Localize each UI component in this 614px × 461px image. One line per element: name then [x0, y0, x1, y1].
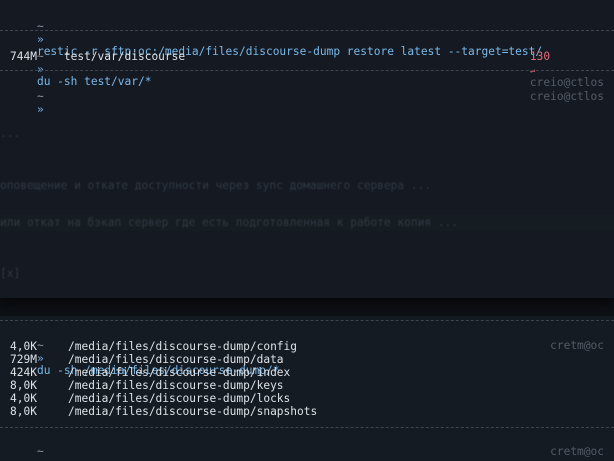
size-cell: 729M: [10, 353, 37, 366]
prompt-separator: [0, 320, 614, 321]
prompt-line-du-media: ~ » du -sh /media/files/discourse-dump/*: [10, 327, 279, 377]
terminal-window-top[interactable]: ~ » restic -r sftp:oc:/media/files/disco…: [0, 0, 614, 298]
size-cell: 8,0K: [10, 405, 37, 418]
size-cell: 4,0K: [10, 392, 37, 405]
right-prompt: cretm@oc: [523, 433, 604, 458]
right-prompt: 130 ↵ creio@ctlos: [503, 38, 604, 89]
host-label: cretm@oc: [550, 444, 604, 458]
prompt-line-empty: ~ »: [10, 78, 44, 116]
right-prompt: creio@ctlos: [503, 78, 604, 103]
size-cell: 8,0K: [10, 379, 37, 392]
terminal-window-bottom[interactable]: ~ » du -sh /media/files/discourse-dump/*…: [0, 316, 614, 461]
path-cell: /media/files/discourse-dump/snapshots: [68, 405, 318, 418]
command-text: du -sh test/var/*: [36, 75, 152, 89]
prompt-separator: [0, 30, 614, 31]
path-cell: /media/files/discourse-dump/locks: [68, 392, 291, 405]
ghost-line: ...: [0, 127, 21, 140]
output-row: 8,0K/media/files/discourse-dump/snapshot…: [10, 405, 318, 419]
prompt-line-restic: ~ » restic -r sftp:oc:/media/files/disco…: [10, 8, 542, 58]
size-cell: 424K: [10, 366, 37, 379]
background-window-text: ... оповещение и откате доступности чере…: [0, 100, 614, 296]
command-output: 744M test/var/discourse: [10, 50, 186, 63]
prompt-line-active[interactable]: ~ »: [10, 433, 46, 461]
ghost-line: или откат на бэкап сервер где есть подго…: [0, 216, 459, 229]
host-label: cretm@oc: [550, 338, 604, 352]
ghost-line: оповещение и откате доступности через sy…: [0, 179, 432, 192]
path-cell: /media/files/discourse-dump/keys: [68, 379, 284, 392]
size-cell: 4,0K: [10, 340, 37, 353]
path-cell: /media/files/discourse-dump/data: [68, 353, 284, 366]
prompt-separator: [0, 70, 614, 71]
prompt-arrow: »: [37, 458, 44, 461]
path-cell: /media/files/discourse-dump/config: [68, 340, 298, 353]
prompt-tilde: ~: [36, 444, 44, 458]
exit-code: 130: [529, 49, 551, 63]
path-cell: /media/files/discourse-dump/index: [68, 366, 291, 379]
right-prompt: cretm@oc: [523, 327, 604, 352]
prompt-separator: [0, 427, 614, 428]
ghost-line: [x]: [0, 267, 21, 280]
